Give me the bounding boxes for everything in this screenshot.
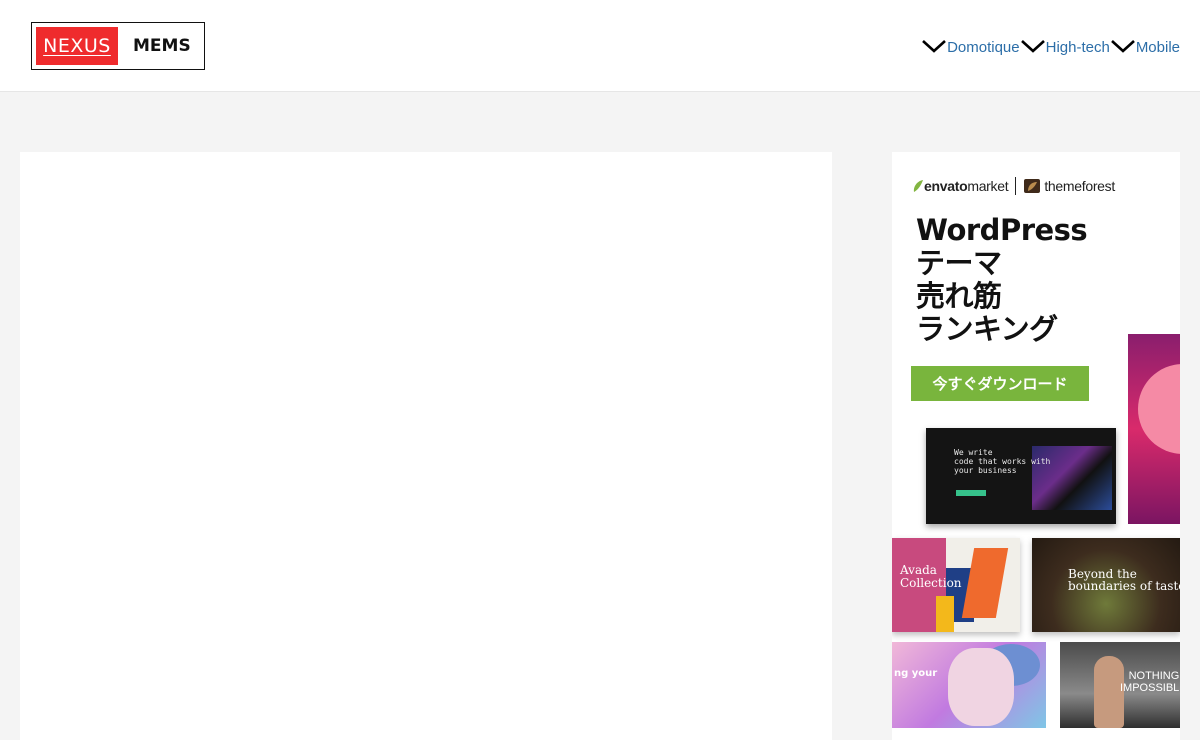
ad-thumb-code: We write code that works with your busin… bbox=[926, 428, 1116, 524]
nav-item-mobile[interactable]: Mobile bbox=[1110, 34, 1180, 58]
food-thumb-text: Beyond the boundaries of taste bbox=[1068, 567, 1180, 593]
market-text: market bbox=[967, 178, 1009, 194]
envato-bold: envato bbox=[924, 178, 968, 194]
ad-thumb-sport: NOTHING IMPOSSIBL bbox=[1060, 642, 1180, 728]
ad-thumb-pink bbox=[1128, 334, 1180, 524]
beauty-face-graphic bbox=[948, 648, 1014, 726]
logo-nexus-text: NEXUS bbox=[36, 27, 118, 65]
site-logo[interactable]: NEXUS MEMS bbox=[31, 22, 205, 70]
ad-thumb-food: Beyond the boundaries of taste bbox=[1032, 538, 1180, 632]
envato-wordmark: envatomarket bbox=[924, 178, 1009, 194]
nav-item-domotique[interactable]: Domotique bbox=[921, 34, 1020, 58]
nav-label-mobile: Mobile bbox=[1135, 39, 1180, 56]
ad-headline-line: ランキング bbox=[916, 312, 1058, 346]
nav-label-high-tech: High-tech bbox=[1045, 39, 1110, 56]
code-thumb-cta bbox=[956, 490, 986, 496]
avada-yellow-block bbox=[936, 596, 954, 632]
sidebar-advertisement[interactable]: envatomarket themeforest WordPress テーマ 売… bbox=[892, 152, 1180, 740]
ad-headline-line: WordPress bbox=[916, 213, 1088, 247]
beauty-thumb-text: ng your bbox=[894, 668, 938, 679]
site-header: NEXUS MEMS Domotique High-tech Mobile bbox=[0, 0, 1200, 92]
chevron-down-icon bbox=[922, 40, 946, 53]
ad-headline-line: 売れ筋 bbox=[916, 279, 1002, 313]
ad-headline-line: テーマ bbox=[916, 246, 1002, 280]
ad-brand-row: envatomarket themeforest bbox=[912, 176, 1115, 196]
nav-item-high-tech[interactable]: High-tech bbox=[1020, 34, 1110, 58]
avada-orange-block bbox=[961, 548, 1009, 618]
envato-leaf-icon bbox=[913, 180, 923, 192]
avada-thumb-text: Avada Collection bbox=[900, 563, 962, 590]
ad-headline: WordPress テーマ 売れ筋 ランキング bbox=[916, 214, 1116, 346]
sport-thumb-text: NOTHING IMPOSSIBL bbox=[1120, 670, 1180, 694]
brand-divider bbox=[1015, 177, 1017, 195]
ad-download-button[interactable]: 今すぐダウンロード bbox=[911, 366, 1089, 401]
nav-label-domotique: Domotique bbox=[947, 39, 1020, 56]
themeforest-logo-icon bbox=[1024, 179, 1041, 193]
themeforest-wordmark: themeforest bbox=[1044, 178, 1115, 194]
ad-thumb-beauty: ng your bbox=[892, 642, 1046, 728]
code-thumb-text: We write code that works with your busin… bbox=[954, 448, 1051, 475]
chevron-down-icon bbox=[1110, 40, 1135, 53]
logo-mems-text: MEMS bbox=[133, 36, 191, 56]
pink-circle-graphic bbox=[1138, 364, 1180, 454]
main-nav: Domotique High-tech Mobile bbox=[921, 34, 1180, 58]
chevron-down-icon bbox=[1020, 40, 1045, 53]
main-content-area bbox=[20, 152, 832, 740]
ad-thumb-avada: Avada Collection bbox=[892, 538, 1020, 632]
